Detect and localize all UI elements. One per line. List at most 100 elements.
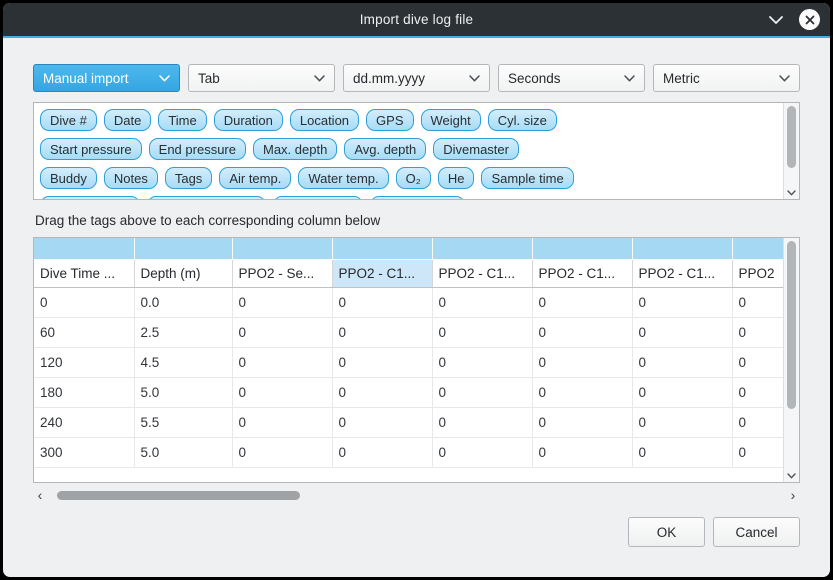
table-row: 602.5000000	[34, 317, 784, 347]
field-separator-value: Tab	[198, 71, 220, 86]
table-cell: 0	[532, 317, 632, 347]
table-cell: 180	[34, 377, 134, 407]
table-viewport: Dive Time ...Depth (m)PPO2 - Se...PPO2 -…	[34, 238, 784, 482]
titlebar: Import dive log file	[3, 3, 830, 36]
table-cell: 0	[432, 287, 532, 317]
scrollbar-thumb[interactable]	[787, 241, 796, 409]
tag-rows: Dive # Date Time Duration Location GPS Weight C…	[40, 109, 779, 200]
table-hscrollbar[interactable]: ‹ ›	[33, 488, 800, 503]
column-drop-target[interactable]	[532, 238, 632, 259]
column-header: PPO2 - C1...	[632, 259, 732, 287]
table-cell: 0	[232, 377, 332, 407]
table-cell: 0	[232, 287, 332, 317]
table-cell: 0	[632, 377, 732, 407]
table-cell: 0	[332, 407, 432, 437]
table-cell: 0	[732, 407, 784, 437]
table-cell: 2.5	[134, 317, 232, 347]
import-mode-select[interactable]: Manual import	[33, 64, 180, 92]
table-cell: 0	[432, 377, 532, 407]
column-drop-target[interactable]	[632, 238, 732, 259]
column-drop-target[interactable]	[34, 238, 134, 259]
table-cell: 0	[732, 437, 784, 467]
column-drop-target[interactable]	[232, 238, 332, 259]
tag-pool-scrollbar[interactable]	[783, 103, 799, 199]
table-cell: 0	[232, 437, 332, 467]
column-drop-target[interactable]	[134, 238, 232, 259]
cancel-button[interactable]: Cancel	[713, 517, 800, 547]
tag-o[interactable]: O₂	[396, 167, 431, 189]
table-cell: 0	[432, 407, 532, 437]
table-cell: 0	[632, 287, 732, 317]
units-value: Metric	[663, 71, 700, 86]
tag-max-depth[interactable]: Max. depth	[253, 138, 337, 160]
tag-sample-time[interactable]: Sample time	[481, 167, 573, 189]
chevron-down-icon	[314, 75, 325, 82]
tag-buddy[interactable]: Buddy	[40, 167, 97, 189]
tag-end-pressure[interactable]: End pressure	[149, 138, 246, 160]
tag-weight[interactable]: Weight	[421, 109, 481, 131]
column-header: PPO2 - C1...	[432, 259, 532, 287]
tag-notes[interactable]: Notes	[104, 167, 158, 189]
tag-he[interactable]: He	[438, 167, 475, 189]
preview-table: Dive Time ...Depth (m)PPO2 - Se...PPO2 -…	[34, 238, 784, 468]
tag-avg-depth[interactable]: Avg. depth	[344, 138, 426, 160]
tag-date[interactable]: Date	[104, 109, 151, 131]
table-cell: 0	[432, 317, 532, 347]
date-format-select[interactable]: dd.mm.yyyy	[343, 64, 490, 92]
chevron-down-icon	[779, 75, 790, 82]
column-header: Depth (m)	[134, 259, 232, 287]
table-cell: 0	[432, 437, 532, 467]
tag-gps[interactable]: GPS	[366, 109, 413, 131]
tag-location[interactable]: Location	[290, 109, 359, 131]
tag-sample-pressure[interactable]: Sample pressure	[147, 196, 265, 200]
table-vscrollbar[interactable]	[783, 238, 799, 482]
scroll-down-arrow-icon[interactable]	[784, 473, 799, 479]
tag-tags[interactable]: Tags	[165, 167, 212, 189]
column-drop-target[interactable]	[332, 238, 432, 259]
tag-sample-cns[interactable]: Sample CNS	[370, 196, 465, 200]
column-drop-target[interactable]	[732, 238, 784, 259]
table-cell: 0	[632, 407, 732, 437]
table-cell: 0	[632, 437, 732, 467]
table-cell: 0	[232, 347, 332, 377]
table-row: 2405.5000000	[34, 407, 784, 437]
tag-start-pressure[interactable]: Start pressure	[40, 138, 142, 160]
table-cell: 0	[332, 287, 432, 317]
table-row: 3005.0000000	[34, 437, 784, 467]
ok-button[interactable]: OK	[628, 517, 705, 547]
preview-table-box: Dive Time ...Depth (m)PPO2 - Se...PPO2 -…	[33, 237, 800, 483]
table-cell: 0	[332, 437, 432, 467]
scrollbar-thumb[interactable]	[57, 491, 300, 500]
import-mode-value: Manual import	[43, 71, 129, 86]
close-button[interactable]	[799, 9, 820, 30]
column-drop-target[interactable]	[432, 238, 532, 259]
tag-cyl-size[interactable]: Cyl. size	[488, 109, 557, 131]
column-header: PPO2 - C1...	[532, 259, 632, 287]
tag-duration[interactable]: Duration	[214, 109, 283, 131]
scroll-left-arrow-icon[interactable]: ‹	[33, 488, 47, 503]
drop-target-row	[34, 238, 784, 259]
tag-divemaster[interactable]: Divemaster	[433, 138, 519, 160]
tag-sample-po[interactable]: Sample pO₂	[273, 196, 363, 200]
shade-button[interactable]	[767, 11, 785, 29]
tag-dive[interactable]: Dive #	[40, 109, 97, 131]
hscroll-track[interactable]	[47, 488, 786, 503]
table-cell: 0	[332, 347, 432, 377]
table-cell: 240	[34, 407, 134, 437]
units-select[interactable]: Metric	[653, 64, 800, 92]
tag-time[interactable]: Time	[158, 109, 206, 131]
table-cell: 0	[332, 317, 432, 347]
field-separator-select[interactable]: Tab	[188, 64, 335, 92]
tag-sample-depth[interactable]: Sample depth	[40, 196, 140, 200]
header-row: Dive Time ...Depth (m)PPO2 - Se...PPO2 -…	[34, 259, 784, 287]
table-cell: 0	[732, 377, 784, 407]
table-cell: 5.0	[134, 377, 232, 407]
tag-air-temp[interactable]: Air temp.	[219, 167, 291, 189]
duration-format-select[interactable]: Seconds	[498, 64, 645, 92]
scrollbar-thumb[interactable]	[787, 106, 796, 168]
scroll-right-arrow-icon[interactable]: ›	[786, 488, 800, 503]
chevron-down-icon	[469, 75, 480, 82]
table-cell: 0	[432, 347, 532, 377]
tag-water-temp[interactable]: Water temp.	[298, 167, 388, 189]
scroll-down-arrow-icon[interactable]	[784, 190, 799, 196]
